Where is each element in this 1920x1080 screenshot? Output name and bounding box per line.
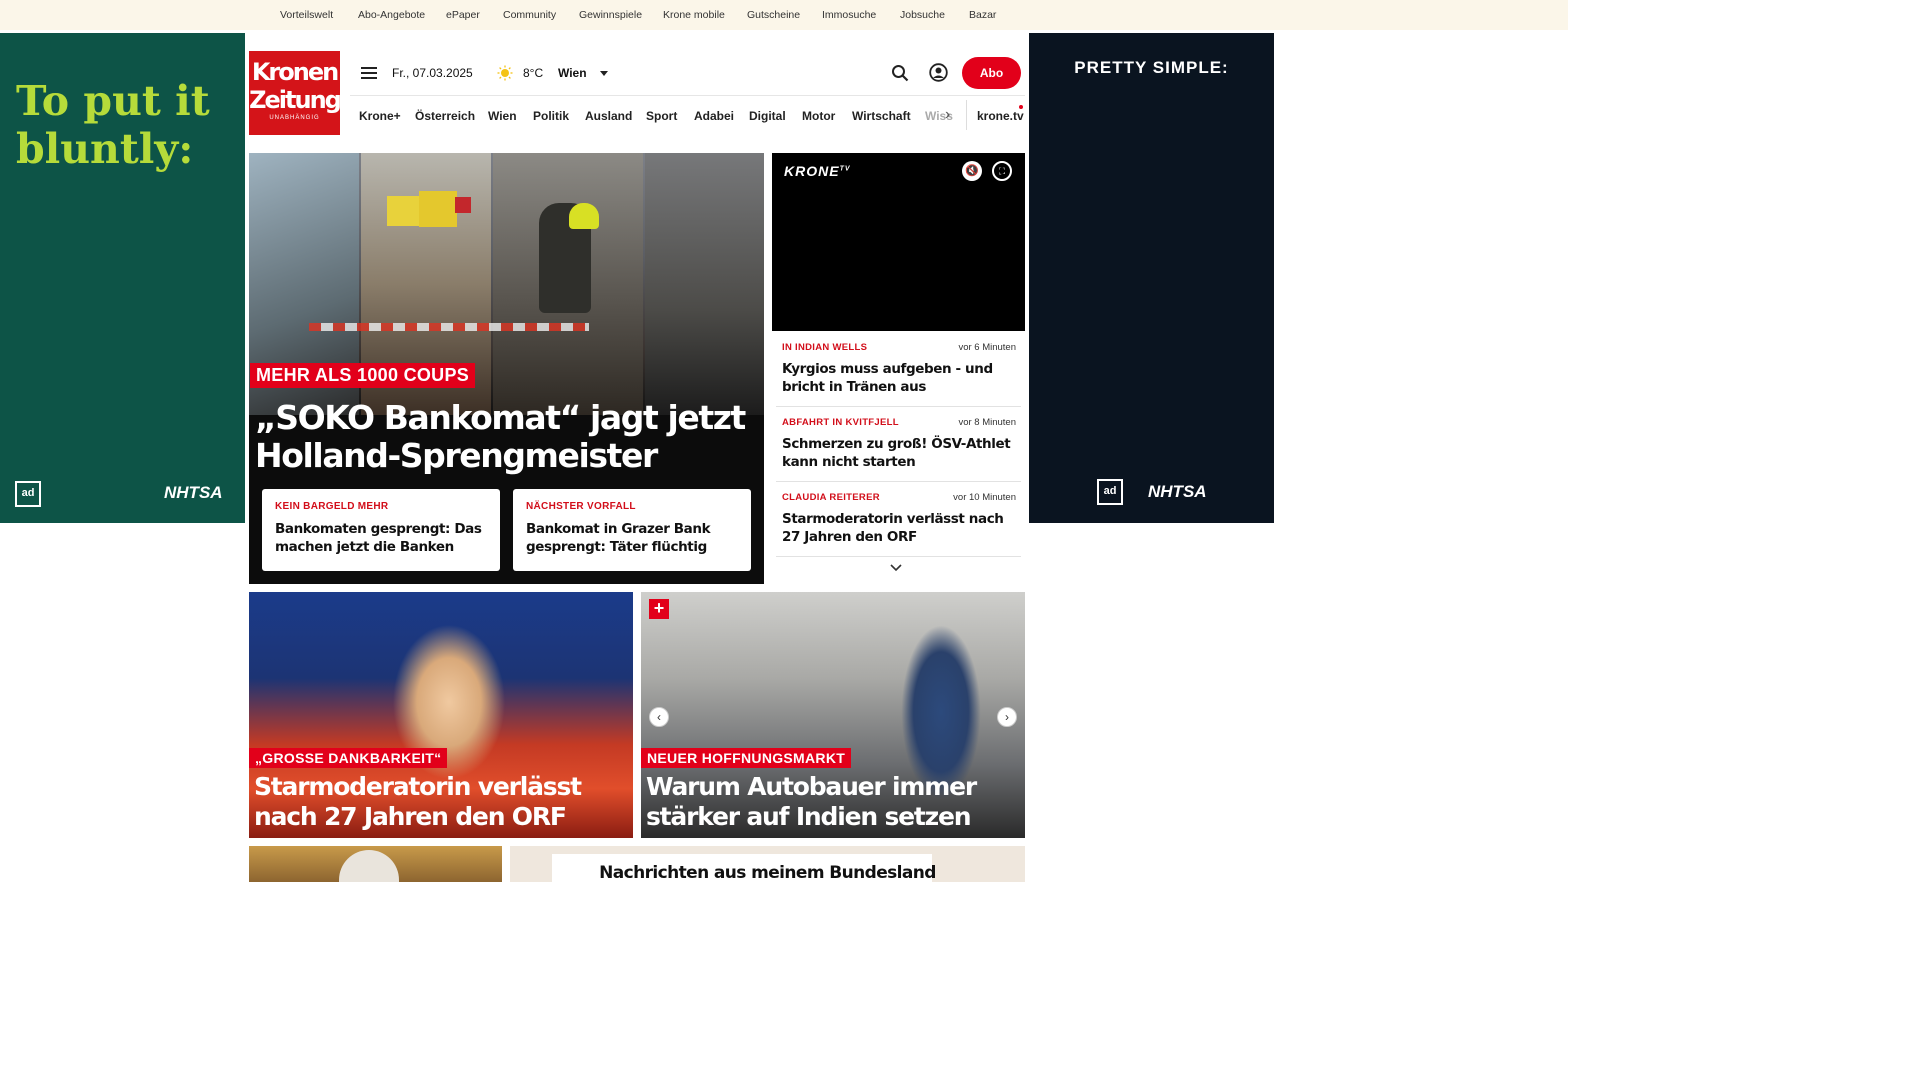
krone-plus-badge: +	[649, 599, 669, 619]
nav-digital[interactable]: Digital	[749, 109, 786, 123]
menu-icon[interactable]	[361, 67, 377, 79]
ad-banner-left[interactable]: To put it bluntly: ad NHTSA	[0, 33, 245, 523]
logo-tagline: UNABHÄNGIG	[269, 115, 320, 121]
nav-oesterreich[interactable]: Österreich	[415, 109, 475, 123]
news-kicker: ABFAHRT IN KVITFJELL	[782, 417, 899, 428]
nav-divider	[350, 95, 1025, 96]
chevron-right-icon[interactable]: ›	[997, 707, 1017, 727]
kronen-zeitung-logo[interactable]: Kronen Zeitung UNABHÄNGIG	[249, 51, 342, 135]
related-article-card[interactable]: KEIN BARGELD MEHR Bankomaten gesprengt: …	[262, 489, 500, 571]
chevron-down-icon[interactable]	[600, 71, 608, 76]
adcouncil-logo: ad	[1097, 479, 1123, 505]
topnav-bazar[interactable]: Bazar	[969, 9, 996, 21]
article-title[interactable]: Warum Autobauer immer stärker auf Indien…	[646, 772, 1021, 832]
feature-article-card[interactable]: + ‹ › NEUER HOFFNUNGSMARKT Warum Autobau…	[641, 592, 1025, 838]
nav-sport[interactable]: Sport	[646, 109, 677, 123]
mute-icon[interactable]: 🔇	[962, 161, 982, 181]
chevron-left-icon[interactable]: ‹	[649, 707, 669, 727]
related-title[interactable]: Bankomat in Grazer Bank gesprengt: Täter…	[526, 520, 738, 556]
abo-button[interactable]: Abo	[962, 57, 1021, 89]
topnav-abo-angebote[interactable]: Abo-Angebote	[358, 9, 425, 21]
topnav-epaper[interactable]: ePaper	[446, 9, 480, 21]
list-item[interactable]: IN INDIAN WELLS vor 6 Minuten Kyrgios mu…	[776, 332, 1021, 407]
chevron-right-icon[interactable]: ›	[945, 106, 950, 124]
nhtsa-logo: NHTSA	[164, 483, 223, 502]
nav-krone-plus[interactable]: Krone+	[359, 109, 401, 123]
top-utility-bar: Vorteilswelt Abo-Angebote ePaper Communi…	[0, 0, 1568, 30]
news-kicker: CLAUDIA REITERER	[782, 492, 880, 503]
news-timestamp: vor 8 Minuten	[958, 417, 1016, 428]
article-kicker: NEUER HOFFNUNGSMARKT	[641, 748, 852, 768]
nav-wien[interactable]: Wien	[488, 109, 517, 123]
related-kicker: KEIN BARGELD MEHR	[275, 501, 389, 512]
article-title[interactable]: Starmoderatorin verlässt nach 27 Jahren …	[254, 772, 629, 832]
fullscreen-icon[interactable]: ⛶	[992, 161, 1012, 181]
nav-wirtschaft[interactable]: Wirtschaft	[852, 109, 911, 123]
adcouncil-logo: ad	[15, 481, 41, 507]
nav-ausland[interactable]: Ausland	[585, 109, 632, 123]
ad-slogan: PRETTY SIMPLE:	[1074, 58, 1229, 77]
logo-title: Kronen Zeitung	[249, 58, 342, 114]
temperature: 8°C	[523, 66, 544, 80]
nhtsa-logo: NHTSA	[1148, 482, 1207, 501]
list-item[interactable]: CLAUDIA REITERER vor 10 Minuten Starmode…	[776, 482, 1021, 557]
city-selector[interactable]: Wien	[558, 66, 587, 80]
news-timestamp: vor 10 Minuten	[953, 492, 1016, 503]
krone-tv-video-player[interactable]: KRONETV 🔇 ⛶	[772, 153, 1025, 331]
related-kicker: NÄCHSTER VORFALL	[526, 501, 636, 512]
article-thumbnail[interactable]	[249, 846, 502, 882]
current-date: Fr., 07.03.2025	[392, 66, 473, 80]
chevron-down-icon[interactable]	[890, 562, 902, 574]
news-title[interactable]: Starmoderatorin verlässt nach 27 Jahren …	[782, 510, 1018, 546]
topnav-immosuche[interactable]: Immosuche	[822, 9, 876, 21]
news-kicker: IN INDIAN WELLS	[782, 342, 868, 353]
topnav-krone-mobile[interactable]: Krone mobile	[663, 9, 725, 21]
nav-separator	[966, 100, 967, 130]
ad-banner-right[interactable]: PRETTY SIMPLE: ad NHTSA	[1029, 33, 1274, 523]
topnav-gewinnspiele[interactable]: Gewinnspiele	[579, 9, 642, 21]
news-timestamp: vor 6 Minuten	[958, 342, 1016, 353]
nav-motor[interactable]: Motor	[802, 109, 835, 123]
topnav-jobsuche[interactable]: Jobsuche	[900, 9, 945, 21]
hero-kicker: MEHR ALS 1000 COUPS	[250, 363, 476, 388]
sun-icon	[497, 65, 513, 81]
related-article-card[interactable]: NÄCHSTER VORFALL Bankomat in Grazer Bank…	[513, 489, 751, 571]
hero-headline[interactable]: „SOKO Bankomat“ jagt jetzt Holland-Spren…	[255, 399, 755, 475]
article-kicker: „GROSSE DANKBARKEIT“	[249, 748, 448, 768]
search-icon[interactable]	[891, 64, 909, 82]
nav-politik[interactable]: Politik	[533, 109, 569, 123]
krone-tv-brand: KRONETV	[784, 163, 851, 179]
news-title[interactable]: Kyrgios muss aufgeben - und bricht in Tr…	[782, 360, 1018, 396]
user-account-icon[interactable]	[929, 63, 948, 82]
news-title[interactable]: Schmerzen zu groß! ÖSV-Athlet kann nicht…	[782, 435, 1018, 471]
feature-article-card[interactable]: „GROSSE DANKBARKEIT“ Starmoderatorin ver…	[249, 592, 633, 838]
nav-krone-tv[interactable]: krone.tv	[977, 109, 1024, 123]
bundesland-title: Nachrichten aus meinem Bundesland	[599, 863, 936, 882]
ad-slogan: To put it bluntly:	[16, 77, 210, 173]
related-title[interactable]: Bankomaten gesprengt: Das machen jetzt d…	[275, 520, 487, 556]
topnav-community[interactable]: Community	[503, 9, 556, 21]
bundesland-teaser[interactable]: Nachrichten aus meinem Bundesland	[510, 846, 1025, 882]
nav-adabei[interactable]: Adabei	[694, 109, 734, 123]
topnav-vorteilswelt[interactable]: Vorteilswelt	[280, 9, 333, 21]
list-item[interactable]: ABFAHRT IN KVITFJELL vor 8 Minuten Schme…	[776, 407, 1021, 482]
topnav-gutscheine[interactable]: Gutscheine	[747, 9, 800, 21]
live-indicator-dot	[1019, 105, 1023, 109]
hero-article[interactable]: MEHR ALS 1000 COUPS „SOKO Bankomat“ jagt…	[249, 153, 764, 584]
